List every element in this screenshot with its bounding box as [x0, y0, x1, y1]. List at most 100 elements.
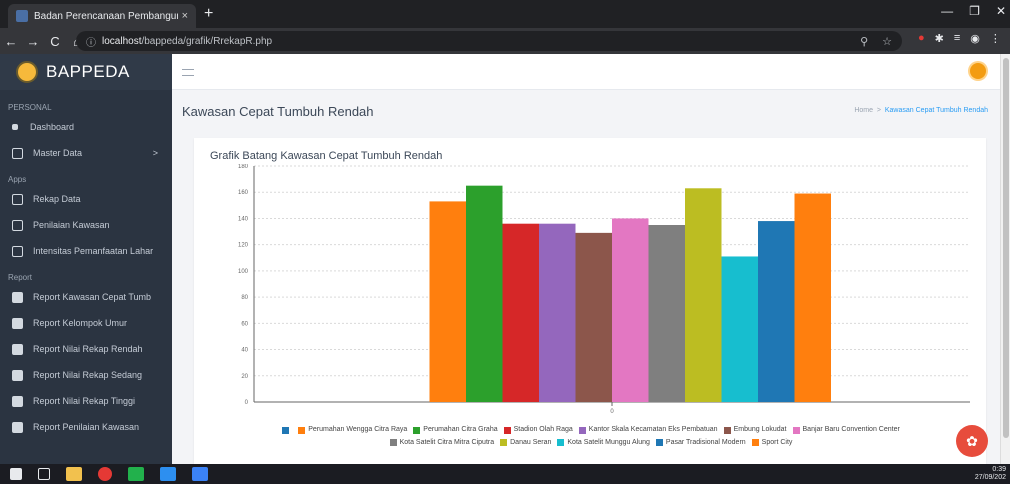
profile-avatar[interactable]: ◉	[970, 32, 980, 45]
legend-item[interactable]: Pasar Tradisional Modern	[655, 438, 746, 448]
vscode-icon[interactable]	[160, 467, 176, 481]
sidebar-item-dashboard[interactable]: Dashboard	[0, 114, 172, 140]
legend-item[interactable]	[282, 426, 292, 434]
sidebar-item-report-sedang[interactable]: Report Nilai Rekap Sedang	[0, 362, 172, 388]
chart-bar[interactable]	[648, 225, 686, 402]
task-view-icon[interactable]	[38, 468, 50, 480]
clock-time[interactable]: 0:39	[975, 466, 1006, 474]
chart-bar[interactable]	[794, 193, 832, 402]
bookmark-star-icon[interactable]: ☆	[882, 35, 892, 48]
close-window-button[interactable]: ✕	[996, 4, 1006, 18]
sidebar-item-report-kawasan[interactable]: Report Kawasan Cepat Tumb	[0, 284, 172, 310]
info-icon[interactable]: ⓘ	[86, 34, 96, 49]
chart-bar[interactable]	[575, 232, 613, 402]
legend-label: Perumahan Wengga Citra Raya	[308, 426, 408, 433]
chart-bar[interactable]	[502, 223, 540, 402]
legend-label: Kota Satelit Citra Mitra Ciputra	[399, 438, 495, 446]
chart-bar[interactable]	[721, 256, 759, 402]
legend-item[interactable]: Perumahan Wengga Citra Raya	[298, 425, 407, 435]
browser-toolbar: ← → C ⌂ ⓘ localhost/bappeda/grafik/Rreka…	[0, 28, 1010, 54]
brand[interactable]: BAPPEDA	[0, 54, 172, 90]
reading-list-icon[interactable]: ≡	[954, 32, 960, 45]
chart-legend: Perumahan Wengga Citra Raya Perumahan Cit…	[234, 425, 954, 450]
sidebar-item-report-rendah[interactable]: Report Nilai Rekap Rendah	[0, 336, 172, 362]
gear-icon: ✿	[966, 432, 978, 449]
legend-label: Kota Satelit Munggu Alung	[567, 438, 650, 446]
sidebar: BAPPEDA PERSONAL Dashboard Master Data >…	[0, 54, 172, 464]
new-tab-button[interactable]: +	[204, 5, 213, 23]
legend-item[interactable]: Kantor Skala Kecamatan Eks Pembatuan	[578, 425, 718, 435]
page-title: Kawasan Cepat Tumbuh Rendah	[182, 104, 374, 119]
y-tick-label: 160	[238, 190, 249, 196]
chart-bar[interactable]	[685, 188, 722, 402]
section-title-apps: Apps	[8, 174, 27, 184]
legend-item[interactable]: Danau Seran	[500, 438, 551, 448]
bar-chart: 0 20 40 60 80 100 120 140 160 180 0	[238, 164, 970, 415]
sidebar-item-report-umur[interactable]: Report Kelompok Umur	[0, 310, 172, 336]
line-app-icon[interactable]	[128, 467, 144, 481]
chart-bar[interactable]	[429, 201, 467, 402]
legend-label: Perumahan Citra Graha	[423, 426, 498, 433]
chrome-icon[interactable]	[98, 467, 112, 481]
y-tick-label: 140	[238, 216, 249, 222]
windows-start-icon[interactable]	[10, 468, 22, 480]
dashboard-icon	[12, 124, 18, 130]
puzzle-icon[interactable]: ✱	[935, 32, 944, 45]
scrollbar-thumb[interactable]	[1003, 58, 1009, 438]
breadcrumb-separator: >	[876, 107, 881, 114]
address-bar[interactable]: ⓘ localhost/bappeda/grafik/RrekapR.php ⚲…	[76, 31, 902, 51]
legend-item[interactable]: Stadion Olah Raga	[503, 425, 573, 435]
back-icon[interactable]: ←	[0, 34, 22, 49]
chart-bar[interactable]	[612, 218, 649, 402]
list-icon	[12, 147, 23, 159]
legend-item[interactable]: Embung Lokudat	[723, 425, 787, 435]
app-icon[interactable]	[192, 467, 208, 481]
page-scrollbar[interactable]	[1000, 54, 1010, 464]
sidebar-item-label: Dashboard	[30, 122, 75, 132]
sidebar-item-master-data[interactable]: Master Data >	[0, 140, 172, 166]
legend-item[interactable]: Sport City	[751, 438, 792, 448]
file-explorer-icon[interactable]	[66, 467, 82, 481]
settings-fab-button[interactable]: ✿	[956, 425, 988, 457]
report-icon	[12, 421, 23, 433]
minimize-button[interactable]: —	[941, 4, 953, 18]
legend-item[interactable]: Banjar Baru Convention Center	[792, 425, 900, 435]
zoom-icon[interactable]: ⚲	[860, 35, 868, 48]
section-title-personal: PERSONAL	[8, 102, 52, 112]
menu-kebab-icon[interactable]: ⋮	[990, 32, 1001, 45]
browser-tab[interactable]: Badan Perencanaan Pembanguna ×	[8, 4, 196, 28]
legend-swatch	[389, 439, 397, 446]
legend-item[interactable]: Kota Satelit Munggu Alung	[557, 438, 650, 448]
clock-date[interactable]: 27/09/202	[975, 474, 1006, 482]
y-tick-label: 180	[238, 164, 249, 170]
y-tick-label: 40	[241, 348, 248, 354]
chart-bar[interactable]	[758, 221, 795, 402]
clipboard-icon	[12, 219, 23, 231]
legend-swatch	[751, 439, 759, 446]
url-host: localhost	[102, 35, 142, 47]
tab-close-icon[interactable]: ×	[182, 10, 188, 22]
sidebar-item-rekap-data[interactable]: Rekap Data	[0, 186, 172, 212]
sidebar-item-label: Report Penilaian Kawasan	[33, 422, 140, 432]
forward-icon[interactable]: →	[22, 34, 44, 49]
address-bar-actions: ⚲ ☆	[860, 35, 892, 48]
legend-item[interactable]: Kota Satelit Citra Mitra Ciputra	[389, 438, 495, 448]
breadcrumb-home[interactable]: Home	[854, 107, 873, 114]
sidebar-item-report-penilaian[interactable]: Report Penilaian Kawasan	[0, 414, 172, 440]
window-controls: — ❐ ✕	[941, 4, 1006, 18]
chart-bar[interactable]	[539, 223, 576, 402]
extension-icon[interactable]: ●	[918, 32, 925, 45]
legend-item[interactable]: Perumahan Citra Graha	[413, 425, 498, 435]
sidebar-item-intensitas[interactable]: Intensitas Pemanfaatan Lahar	[0, 238, 172, 264]
chart-bar[interactable]	[466, 185, 503, 402]
maximize-button[interactable]: ❐	[969, 4, 980, 18]
sidebar-item-report-tinggi[interactable]: Report Nilai Rekap Tinggi	[0, 388, 172, 414]
reload-icon[interactable]: C	[44, 34, 66, 49]
report-icon	[12, 343, 23, 355]
section-title-report: Report	[8, 272, 33, 282]
lightbulb-icon[interactable]	[970, 63, 986, 79]
sidebar-item-penilaian-kawasan[interactable]: Penilaian Kawasan	[0, 212, 172, 238]
chart-card: Grafik Batang Kawasan Cepat Tumbuh Renda…	[194, 138, 986, 464]
hamburger-menu-icon[interactable]	[182, 69, 194, 76]
report-icon	[12, 369, 23, 381]
